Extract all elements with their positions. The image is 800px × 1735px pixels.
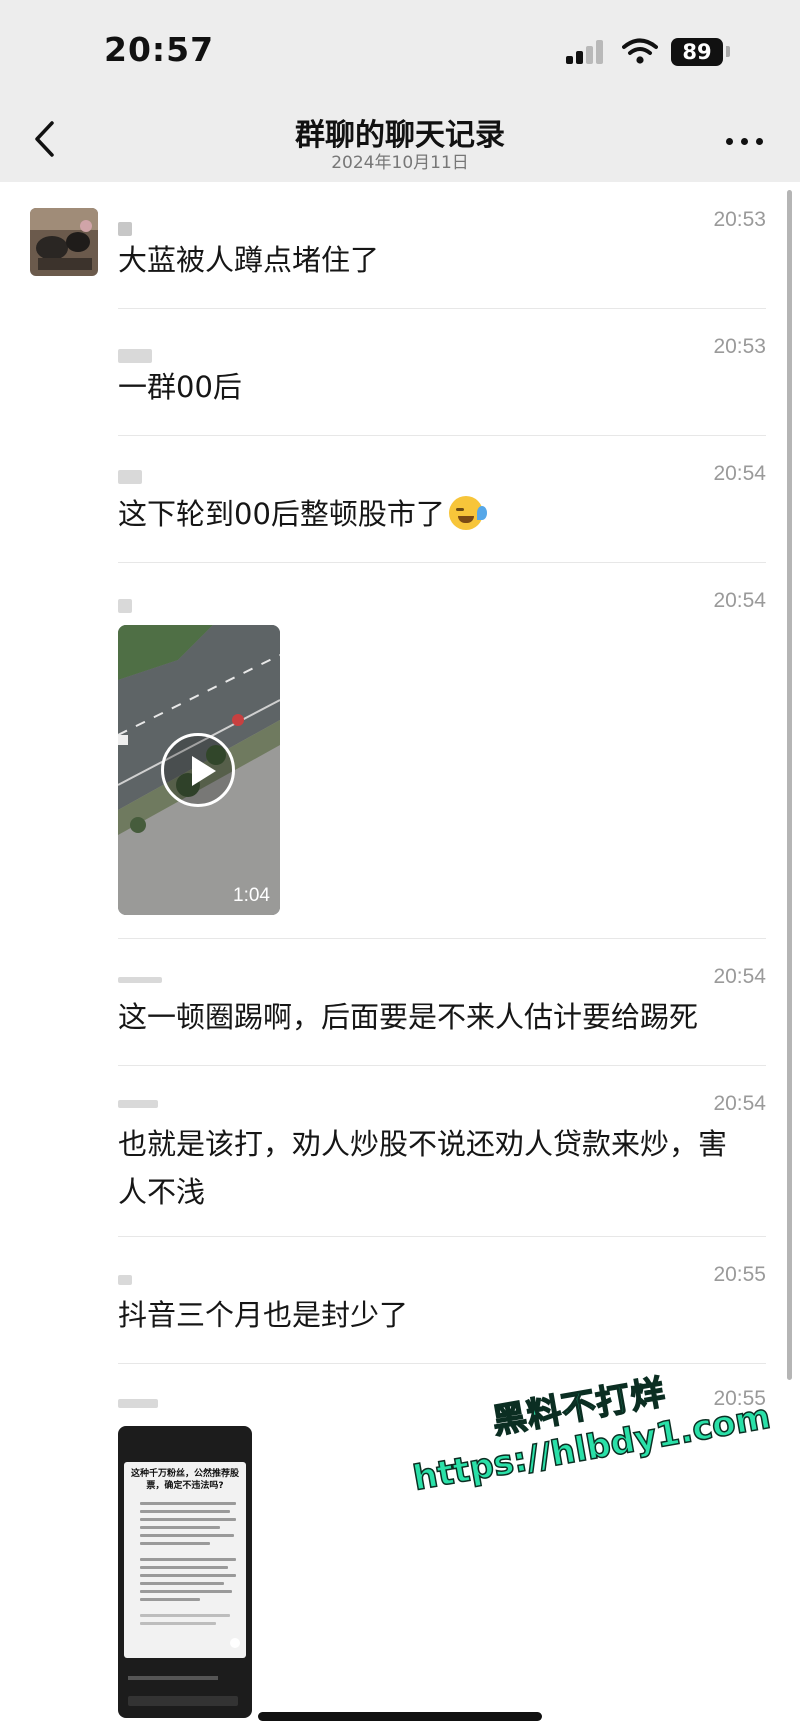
message-item: 20:53 一群00后: [0, 309, 800, 436]
message-text: 一群00后: [118, 370, 242, 404]
sender-name: [118, 1275, 132, 1285]
status-bar: 20:57 89: [0, 0, 800, 100]
sender-name: [118, 977, 162, 983]
message-text-line: 也就是该打，劝人炒股不说还劝人贷款来炒，害: [118, 1127, 728, 1161]
message-time: 20:55: [713, 1263, 766, 1286]
wifi-icon: [622, 38, 658, 64]
play-icon[interactable]: [161, 733, 235, 807]
signal-icon: [566, 40, 608, 64]
home-indicator[interactable]: [258, 1712, 542, 1721]
message-text: 抖音三个月也是封少了: [118, 1298, 409, 1332]
nav-bar: 群聊的聊天记录 2024年10月11日: [0, 100, 800, 182]
more-icon[interactable]: [726, 138, 766, 148]
message-item: 20:54 这下轮到00后整顿股市了: [0, 436, 800, 563]
message-item: 20:53 大蓝被人蹲点堵住了: [0, 182, 800, 309]
message-text: 这下轮到00后整顿股市了: [118, 490, 766, 538]
message-item: 20:54 这一顿圈踢啊，后面要是不来人估计要给踢死: [0, 939, 800, 1066]
message-time: 20:54: [713, 1092, 766, 1115]
sender-name: [118, 470, 142, 484]
message-time: 20:54: [713, 965, 766, 988]
image-thumbnail[interactable]: 这种千万粉丝，公然推荐股票，确定不违法吗?: [118, 1426, 252, 1718]
video-duration: 1:04: [233, 885, 270, 906]
sender-name: [118, 1100, 158, 1108]
message-time: 20:53: [713, 208, 766, 231]
message-text: 这一顿圈踢啊，后面要是不来人估计要给踢死: [118, 1000, 699, 1034]
screenshot-card: 这种千万粉丝，公然推荐股票，确定不违法吗?: [124, 1462, 246, 1658]
message-item: 20:54 也就是该打，劝人炒股不说还劝人贷款来炒，害 人不浅: [0, 1066, 800, 1237]
sender-name: [118, 222, 132, 236]
screenshot-title: 这种千万粉丝，公然推荐股票，确定不违法吗?: [130, 1469, 239, 1491]
message-item: 20:55 抖音三个月也是封少了: [0, 1237, 800, 1364]
message-item: 20:54 1:04: [0, 563, 800, 939]
message-text-line: 人不浅: [118, 1175, 206, 1209]
message-time: 20:53: [713, 335, 766, 358]
video-thumbnail[interactable]: 1:04: [118, 625, 280, 915]
crying-laughing-emoji-icon: [448, 496, 487, 530]
sender-name: [118, 1399, 158, 1408]
chat-date: 2024年10月11日: [331, 153, 469, 173]
message-text: 大蓝被人蹲点堵住了: [118, 243, 380, 277]
sender-name: [118, 349, 152, 363]
battery-cap: [726, 46, 730, 57]
scrollbar[interactable]: [787, 190, 792, 1380]
message-text: 也就是该打，劝人炒股不说还劝人贷款来炒，害 人不浅: [118, 1120, 766, 1216]
status-time: 20:57: [104, 30, 215, 69]
message-text-content: 这下轮到00后整顿股市了: [118, 497, 445, 531]
sender-name: [118, 599, 132, 613]
avatar[interactable]: [30, 208, 98, 276]
battery-icon: 89: [671, 38, 723, 66]
message-time: 20:54: [713, 462, 766, 485]
message-time: 20:54: [713, 589, 766, 612]
